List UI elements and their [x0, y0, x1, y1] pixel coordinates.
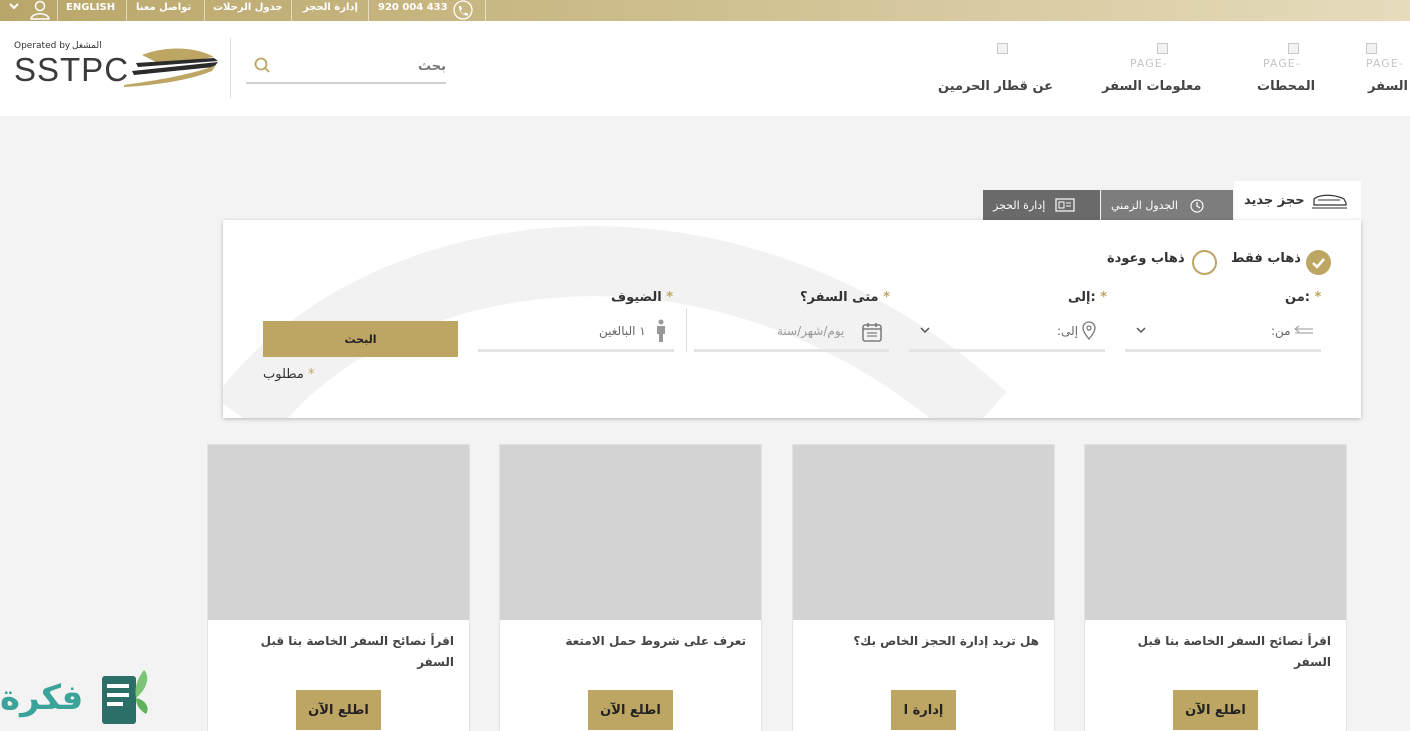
broken-image-icon	[997, 43, 1008, 54]
site-search	[246, 51, 446, 84]
guests-value: ١ البالغين	[599, 324, 646, 338]
nav-image-placeholder	[997, 43, 1008, 57]
card-title: اقرأ نصائح السفر الخاصة بنا قبل السفر	[260, 634, 454, 669]
header-divider	[230, 38, 231, 98]
card-cta-button[interactable]: اطلع الآن	[1173, 690, 1258, 730]
field-divider	[686, 308, 687, 352]
document-leaf-icon	[102, 670, 148, 724]
operated-by-label: Operated by	[14, 41, 71, 51]
one-way-radio[interactable]	[1306, 250, 1331, 275]
divider	[485, 0, 486, 21]
card-image	[1085, 445, 1346, 620]
card-title: اقرأ نصائح السفر الخاصة بنا قبل السفر	[1137, 634, 1331, 669]
tab-label: إدارة الحجز	[993, 199, 1046, 212]
card-cta-button[interactable]: اطلع الآن	[588, 690, 673, 730]
round-trip-radio[interactable]	[1192, 250, 1217, 275]
train-logo-icon	[124, 48, 218, 87]
language-link[interactable]: ENGLISH	[66, 0, 115, 21]
tab-label: حجز جديد	[1244, 193, 1305, 208]
nav-label: السفر	[1368, 79, 1409, 94]
broken-image-icon	[1288, 43, 1299, 54]
divider	[291, 0, 292, 21]
divider	[368, 0, 369, 21]
from-label: * :من	[1285, 290, 1322, 305]
card-image	[793, 445, 1054, 620]
contact-link[interactable]: تواصل معنا	[136, 0, 191, 21]
date-placeholder: يوم/شهر/سنة	[777, 324, 845, 338]
fikra-watermark-logo: فكرة	[0, 668, 152, 731]
phone-icon	[450, 0, 476, 21]
date-label: * متى السفر؟	[800, 290, 890, 305]
tab-timetable[interactable]: الجدول الزمني	[1101, 190, 1233, 220]
nav-image-placeholder: PAGE-	[1130, 43, 1168, 70]
divider	[57, 0, 58, 21]
broken-image-icon	[1366, 43, 1377, 54]
card-title: تعرف على شروط حمل الامتعة	[565, 634, 746, 648]
from-placeholder: :من	[1271, 324, 1291, 338]
user-icon[interactable]	[28, 0, 52, 21]
ticket-icon	[1055, 198, 1075, 212]
tab-new-booking[interactable]: حجز جديد	[1234, 181, 1361, 221]
logo-wordmark: SSTPC	[14, 51, 130, 88]
top-utility-bar: ENGLISH تواصل معنا جدول الرحلات إدارة ال…	[0, 0, 1410, 21]
round-trip-label: ذهاب وعودة	[1107, 251, 1185, 266]
to-select[interactable]: :إلى	[909, 314, 1105, 352]
one-way-label: ذهاب فقط	[1231, 251, 1301, 266]
guests-label: * الضيوف	[611, 290, 674, 305]
divider	[126, 0, 127, 21]
divider	[204, 0, 205, 21]
guests-selector[interactable]: ١ البالغين	[478, 314, 674, 352]
tab-manage-booking[interactable]: إدارة الحجز	[983, 190, 1100, 220]
search-input[interactable]	[276, 51, 446, 81]
chevron-down-icon	[920, 327, 930, 334]
broken-image-icon	[1157, 43, 1168, 54]
calendar-icon	[862, 323, 882, 342]
chevron-down-icon	[1136, 327, 1146, 334]
watermark-text: فكرة	[0, 678, 84, 718]
info-card: اقرأ نصائح السفر الخاصة بنا قبل السفر اط…	[1084, 444, 1347, 731]
person-icon	[657, 319, 665, 342]
to-placeholder: :إلى	[1057, 324, 1079, 338]
refresh-icon	[1190, 199, 1204, 213]
location-pin-icon	[1082, 321, 1096, 341]
nav-image-placeholder: PAGE-	[1366, 43, 1404, 70]
nav-label: معلومات السفر	[1102, 79, 1202, 94]
card-image	[500, 445, 761, 620]
to-label: * :إلى	[1068, 290, 1108, 305]
search-icon[interactable]	[252, 55, 272, 75]
timetable-link[interactable]: جدول الرحلات	[213, 0, 283, 21]
operator-label-ar: المشغل	[72, 41, 102, 51]
search-trips-button[interactable]: البحث	[263, 321, 458, 357]
card-title: هل تريد إدارة الحجز الخاص بك؟	[853, 634, 1039, 648]
phone-number[interactable]: 920 004 433	[378, 0, 448, 21]
nav-label: المحطات	[1257, 79, 1316, 94]
required-note: مطلوب *	[263, 367, 315, 382]
nav-image-placeholder: PAGE-	[1263, 43, 1301, 70]
info-card: اقرأ نصائح السفر الخاصة بنا قبل السفر اط…	[207, 444, 470, 731]
site-header: PAGE- السفر PAGE- المحطات PAGE- معلومات …	[0, 21, 1410, 116]
card-image	[208, 445, 469, 620]
nav-label: عن قطار الحرمين	[938, 79, 1054, 94]
from-select[interactable]: :من	[1125, 314, 1321, 352]
departure-arrows-icon	[1293, 325, 1313, 334]
chevron-down-icon[interactable]	[8, 0, 20, 21]
manage-booking-link[interactable]: إدارة الحجز	[303, 0, 358, 21]
date-input[interactable]: يوم/شهر/سنة	[686, 308, 889, 352]
booking-panel: ذهاب فقط ذهاب وعودة * :من :من * :إلى :إل…	[223, 220, 1361, 418]
card-cta-button[interactable]: اطلع الآن	[296, 690, 381, 730]
info-card: هل تريد إدارة الحجز الخاص بك؟ إدارة ا	[792, 444, 1055, 731]
train-icon	[1312, 194, 1347, 209]
tab-label: الجدول الزمني	[1111, 199, 1178, 212]
card-cta-button[interactable]: إدارة ا	[891, 690, 956, 730]
info-card: تعرف على شروط حمل الامتعة اطلع الآن	[499, 444, 762, 731]
